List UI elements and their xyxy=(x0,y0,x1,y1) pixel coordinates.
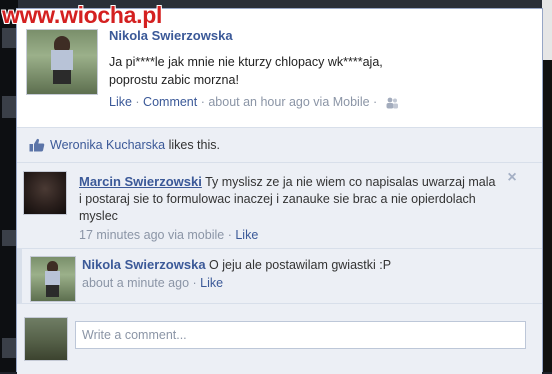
sidebar-thumbnail xyxy=(2,230,16,246)
viewer-avatar xyxy=(24,317,68,361)
post-text-line: Ja pi****le jak mnie nie kturzy chlopacy… xyxy=(109,55,383,69)
comment-like-link[interactable]: Like xyxy=(200,276,223,290)
post-text-line: poprostu zabic morzna! xyxy=(109,73,239,87)
avatar-torso xyxy=(45,271,60,285)
avatar-torso xyxy=(51,50,73,70)
commenter-avatar[interactable] xyxy=(30,256,76,302)
meta-separator: · xyxy=(369,95,381,109)
avatar-legs xyxy=(46,285,59,297)
comment-item: Marcin Swierzowski Ty myslisz ze ja nie … xyxy=(17,163,542,249)
watermark-logo: www.wiocha.pl xyxy=(2,2,163,28)
close-icon[interactable]: × xyxy=(505,170,519,186)
comment-feed: Weronika Kucharska likes this. Marcin Sw… xyxy=(17,127,542,374)
post-author-link[interactable]: Nikola Swierzowska xyxy=(109,28,233,43)
comment-timestamp[interactable]: about a minute ago xyxy=(82,276,189,290)
likes-summary: Weronika Kucharska likes this. xyxy=(17,128,542,163)
comment-body: Marcin Swierzowski Ty myslisz ze ja nie … xyxy=(79,173,499,225)
meta-separator: · xyxy=(131,95,144,109)
post-meta: Like · Comment · about an hour ago via M… xyxy=(109,95,399,109)
liker-name-link[interactable]: Weronika Kucharska xyxy=(50,138,165,152)
sidebar-thumbnail xyxy=(2,338,16,358)
sidebar-thumbnail xyxy=(2,96,16,118)
comment-meta: about a minute ago · Like xyxy=(82,276,223,290)
author-avatar[interactable] xyxy=(26,29,98,95)
comment-like-link[interactable]: Like xyxy=(235,228,258,242)
comment-author-link[interactable]: Marcin Swierzowski xyxy=(79,174,202,189)
likes-suffix: likes this. xyxy=(165,138,220,152)
likes-text: Weronika Kucharska likes this. xyxy=(50,138,220,152)
post-text: Ja pi****le jak mnie nie kturzy chlopacy… xyxy=(109,53,519,89)
comment-author-link[interactable]: Nikola Swierzowska xyxy=(82,257,206,272)
comment-meta: 17 minutes ago via mobile · Like xyxy=(79,228,258,242)
sidebar-thumbnail xyxy=(2,28,16,48)
meta-separator: · xyxy=(224,228,236,242)
right-scroll-strip xyxy=(542,0,552,372)
comment-link[interactable]: Comment xyxy=(143,95,197,109)
avatar-legs xyxy=(53,70,71,84)
meta-separator: · xyxy=(197,95,209,109)
comment-input[interactable] xyxy=(75,321,526,349)
friends-icon xyxy=(386,97,398,109)
comment-composer xyxy=(17,305,542,374)
comment-timestamp[interactable]: 17 minutes ago via mobile xyxy=(79,228,224,242)
notification-popup: Nikola Swierzowska Ja pi****le jak mnie … xyxy=(16,8,543,374)
commenter-avatar[interactable] xyxy=(23,171,67,215)
comment-item: Nikola Swierzowska O jeju ale postawilam… xyxy=(17,249,542,304)
thumbs-up-icon xyxy=(29,138,45,152)
post-timestamp[interactable]: about an hour ago via Mobile xyxy=(208,95,369,109)
comment-text: O jeju ale postawilam gwiastki :P xyxy=(209,258,392,272)
meta-separator: · xyxy=(189,276,201,290)
comment-body: Nikola Swierzowska O jeju ale postawilam… xyxy=(82,256,502,274)
like-link[interactable]: Like xyxy=(109,95,132,109)
scroll-track xyxy=(542,0,552,60)
